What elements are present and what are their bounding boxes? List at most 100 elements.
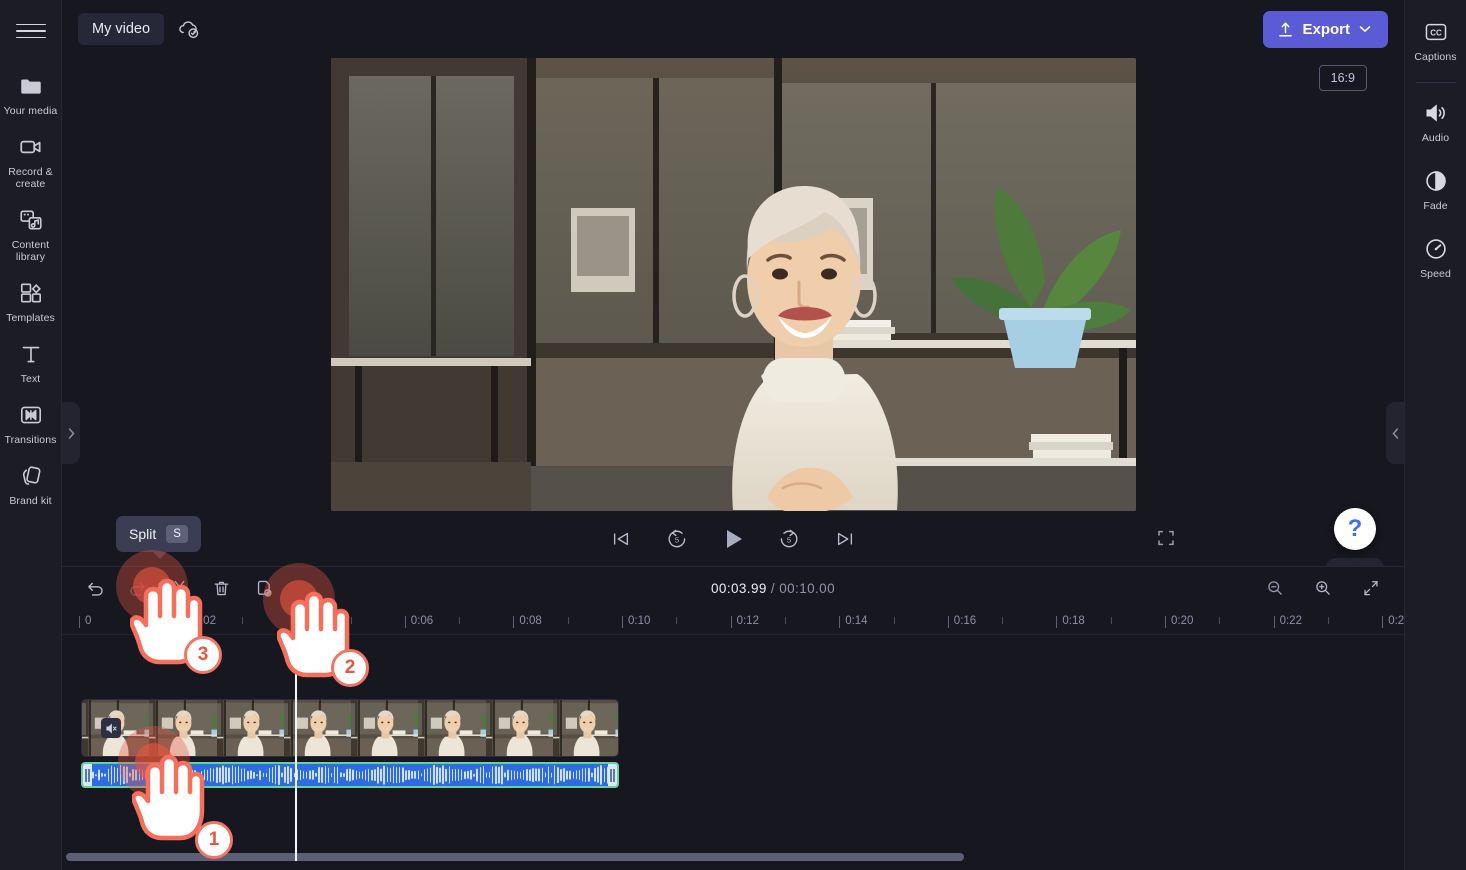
transitions-icon [20, 406, 41, 424]
svg-text:5: 5 [787, 535, 791, 544]
help-button[interactable]: ? [1334, 508, 1376, 550]
closed-captions-icon: CC [1425, 23, 1446, 41]
sidebar-item-label: Transitions [4, 434, 57, 446]
waveform-bar [355, 770, 358, 780]
fit-to-screen-button[interactable] [1354, 573, 1388, 603]
scrollbar-thumb[interactable] [66, 853, 964, 861]
waveform-bar [600, 765, 602, 785]
waveform-bar [104, 773, 106, 777]
collapse-right-panel-button[interactable] [1386, 402, 1404, 464]
export-button[interactable]: Export [1263, 10, 1388, 48]
delete-button[interactable] [204, 573, 238, 603]
ruler-tick-mark [513, 616, 515, 628]
ruler-tick-label: 0:14 [845, 615, 868, 627]
sidebar-item-text[interactable]: Text [0, 332, 61, 393]
forward-5-button[interactable]: 5 [774, 524, 804, 554]
waveform-bar [529, 768, 531, 782]
hamburger-menu-icon[interactable] [15, 18, 46, 44]
skip-to-end-button[interactable] [830, 524, 860, 554]
waveform-bar [501, 765, 503, 785]
waveform-bar [321, 766, 323, 784]
zoom-out-button[interactable] [1258, 573, 1292, 603]
redo-arrow-icon [129, 582, 145, 596]
sidebar-item-your-media[interactable]: Your media [0, 64, 61, 125]
sidebar-item-templates[interactable]: Templates [0, 271, 61, 332]
text-icon [22, 346, 39, 363]
ruler-tick-mark [622, 616, 623, 628]
waveform-bar [423, 768, 426, 782]
waveform-bar [290, 768, 292, 782]
undo-button[interactable] [78, 573, 112, 603]
waveform-bar [346, 769, 348, 781]
waveform-bar [563, 768, 565, 782]
cloud-check-icon[interactable] [176, 16, 202, 42]
sidebar-item-record-create[interactable]: Record & create [0, 125, 61, 198]
clip-thumbnail [552, 700, 618, 756]
waveform-bar [398, 767, 401, 783]
waveform-bar [284, 767, 286, 783]
ruler-tick-mark [187, 616, 189, 628]
waveform-bar [135, 769, 137, 781]
right-item-audio[interactable]: Audio [1405, 87, 1466, 155]
waveform-bar [603, 767, 606, 783]
total-time: 00:10.00 [779, 580, 835, 596]
waveform-bar [457, 768, 460, 782]
mute-toggle[interactable] [101, 718, 121, 738]
sidebar-item-transitions[interactable]: Transitions [0, 393, 61, 454]
waveform-bar [126, 766, 128, 784]
waveform-bar [309, 770, 311, 780]
right-item-speed[interactable]: Speed [1405, 223, 1466, 291]
waveform-bar [265, 772, 268, 778]
audio-trim-handle-right[interactable] [608, 764, 617, 786]
waveform-bar [519, 771, 522, 779]
waveform-bar [405, 769, 407, 781]
audio-clip[interactable] [81, 762, 619, 788]
split-tooltip: Split S [116, 516, 201, 559]
waveform-bar [181, 768, 184, 782]
ruler-tick-mark [947, 616, 949, 628]
ruler-tick-label: 0:22 [1279, 615, 1302, 627]
fullscreen-button[interactable] [1149, 521, 1183, 555]
waveform-bar [591, 772, 593, 778]
waveform-bar [476, 768, 478, 782]
waveform-bar [216, 766, 218, 784]
waveform-bar [138, 769, 141, 781]
waveform-bar [228, 767, 230, 783]
redo-button[interactable] [120, 573, 154, 603]
waveform-bar [383, 765, 385, 785]
waveform-bar [575, 770, 578, 780]
sidebar-item-brand-kit[interactable]: Brand kit [0, 454, 61, 515]
play-icon [727, 529, 742, 548]
aspect-ratio-button[interactable]: 16:9 [1318, 65, 1367, 91]
right-item-fade[interactable]: Fade [1405, 155, 1466, 223]
waveform-bar [507, 769, 509, 781]
timeline-horizontal-scrollbar[interactable] [62, 853, 1404, 861]
duplicate-button[interactable] [246, 573, 280, 603]
playhead[interactable] [295, 609, 297, 861]
ruler-tick-label: 0:18 [1062, 615, 1085, 627]
video-clip[interactable] [81, 699, 619, 757]
play-button[interactable] [718, 524, 748, 554]
right-item-label: Captions [1414, 51, 1457, 63]
right-sidebar: CC Captions Audio Fade Speed [1404, 0, 1466, 870]
audio-trim-handle-left[interactable] [83, 764, 92, 786]
split-button[interactable] [162, 573, 196, 603]
waveform-bar [247, 770, 249, 780]
project-title[interactable]: My video [78, 13, 165, 45]
chevron-right-icon [68, 427, 75, 439]
waveform-bar [473, 773, 475, 777]
waveform-bar [361, 770, 364, 780]
folder-icon [20, 79, 41, 94]
skip-to-start-button[interactable] [606, 524, 636, 554]
video-preview[interactable] [331, 58, 1136, 511]
zoom-in-button[interactable] [1306, 573, 1340, 603]
collapse-left-panel-button[interactable] [62, 402, 80, 464]
waveform-bar [95, 773, 97, 777]
timeline-ruler[interactable]: 0 0:02 0:04 0:06 0:08 0:10 0:12 0:14 0:16 0:18 0:2… [62, 609, 1404, 635]
waveform-bar [433, 765, 435, 785]
rewind-5-button[interactable]: 5 [662, 524, 692, 554]
right-item-captions[interactable]: CC Captions [1405, 6, 1466, 74]
sidebar-item-content-library[interactable]: Content library [0, 198, 61, 271]
waveform-bar [225, 767, 227, 783]
skip-end-icon [837, 532, 853, 545]
